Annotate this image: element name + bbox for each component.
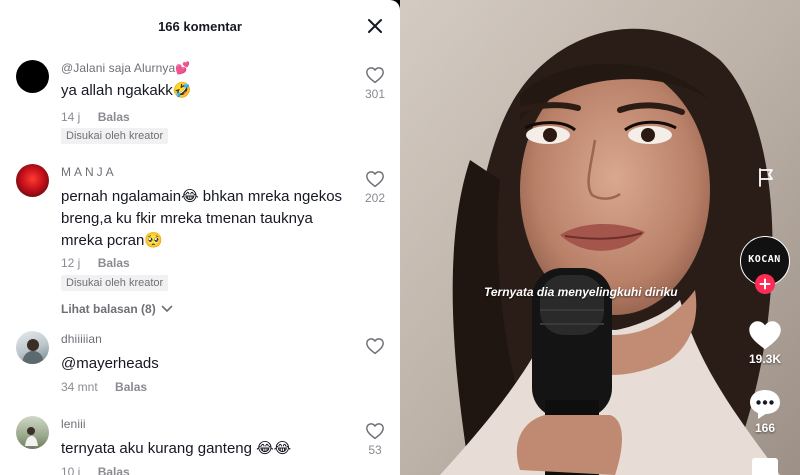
- flag-icon: [759, 168, 773, 187]
- follow-button[interactable]: [755, 274, 775, 294]
- comment-meta: 12 j Balas: [61, 256, 130, 270]
- comment-time: 14 j: [61, 110, 81, 124]
- view-replies-button[interactable]: Lihat balasan (8): [61, 302, 173, 316]
- comment-username[interactable]: @Jalani saja Alurnya💕: [61, 61, 190, 75]
- action-rail: KOCAN 19.3K 166: [735, 0, 795, 475]
- comments-title: 166 komentar: [158, 19, 242, 34]
- comments-header: 166 komentar: [0, 0, 400, 54]
- comment-like: [360, 337, 390, 358]
- comment-time: 12 j: [61, 256, 81, 270]
- comment-text-line-1: pernah ngalamain😂 bhkan mreka ngekos: [61, 188, 343, 205]
- reply-button[interactable]: Balas: [115, 380, 147, 394]
- likes-count: 19.3K: [748, 352, 782, 366]
- reply-button[interactable]: Balas: [98, 256, 130, 270]
- comment-meta: 34 mnt Balas: [61, 380, 147, 394]
- avatar-photo: [25, 427, 38, 446]
- comment-username[interactable]: MANJA: [61, 165, 117, 179]
- report-button[interactable]: [755, 166, 777, 193]
- avatar[interactable]: [16, 164, 49, 197]
- plus-icon: [759, 278, 771, 290]
- comment-like: 202: [360, 170, 390, 205]
- heart-outline-icon[interactable]: [365, 337, 385, 355]
- heart-outline-icon[interactable]: [365, 422, 385, 440]
- comment-text-line-3: mreka pcran🥺: [61, 232, 164, 249]
- chevron-down-icon: [161, 305, 173, 312]
- avatar[interactable]: [16, 416, 49, 449]
- comment-text-line-2: breng,a ku fkir mreka tmenan tauknya: [61, 210, 313, 227]
- comment-meta: 10 j Balas: [61, 465, 130, 475]
- comment-username[interactable]: leniii: [61, 417, 86, 431]
- comment-text: ya allah ngakakk🤣: [61, 82, 192, 99]
- reply-button[interactable]: Balas: [98, 110, 130, 124]
- comment-username[interactable]: dhiiiiian: [61, 332, 102, 346]
- heart-filled-icon: [749, 321, 781, 350]
- avatar[interactable]: [16, 60, 49, 93]
- comments-panel: 166 komentar @Jalani saja Alurnya💕 ya al…: [0, 0, 400, 475]
- avatar-photo: [22, 339, 44, 364]
- comment-text: @mayerheads: [61, 355, 159, 372]
- creator-liked-badge: Disukai oleh kreator: [61, 275, 169, 291]
- like-count: 53: [368, 443, 382, 457]
- like-count: 301: [364, 87, 386, 101]
- creator-avatar-label: KOCAN: [748, 254, 781, 265]
- comment-text: ternyata aku kurang ganteng 😂😂: [61, 440, 292, 457]
- reply-button[interactable]: Balas: [98, 465, 130, 475]
- close-icon: [368, 19, 382, 33]
- comment-time: 10 j: [61, 465, 81, 475]
- video-caption: Ternyata dia menyelingkuhi diriku: [484, 285, 678, 299]
- share-button[interactable]: [752, 458, 778, 475]
- comment-time: 34 mnt: [61, 380, 98, 394]
- heart-outline-icon[interactable]: [365, 66, 385, 84]
- like-count: 202: [364, 191, 386, 205]
- like-action[interactable]: 19.3K: [735, 318, 795, 366]
- view-replies-label: Lihat balasan (8): [61, 302, 156, 316]
- avatar[interactable]: [16, 331, 49, 364]
- comment-like: 301: [360, 66, 390, 101]
- comment-like: 53: [360, 422, 390, 457]
- creator-liked-badge: Disukai oleh kreator: [61, 128, 169, 144]
- comment-meta: 14 j Balas: [61, 110, 130, 124]
- close-button[interactable]: [364, 15, 386, 37]
- comments-count: 166: [754, 421, 776, 435]
- comment-bubble-icon: [750, 390, 780, 419]
- heart-outline-icon[interactable]: [365, 170, 385, 188]
- comment-action[interactable]: 166: [735, 387, 795, 435]
